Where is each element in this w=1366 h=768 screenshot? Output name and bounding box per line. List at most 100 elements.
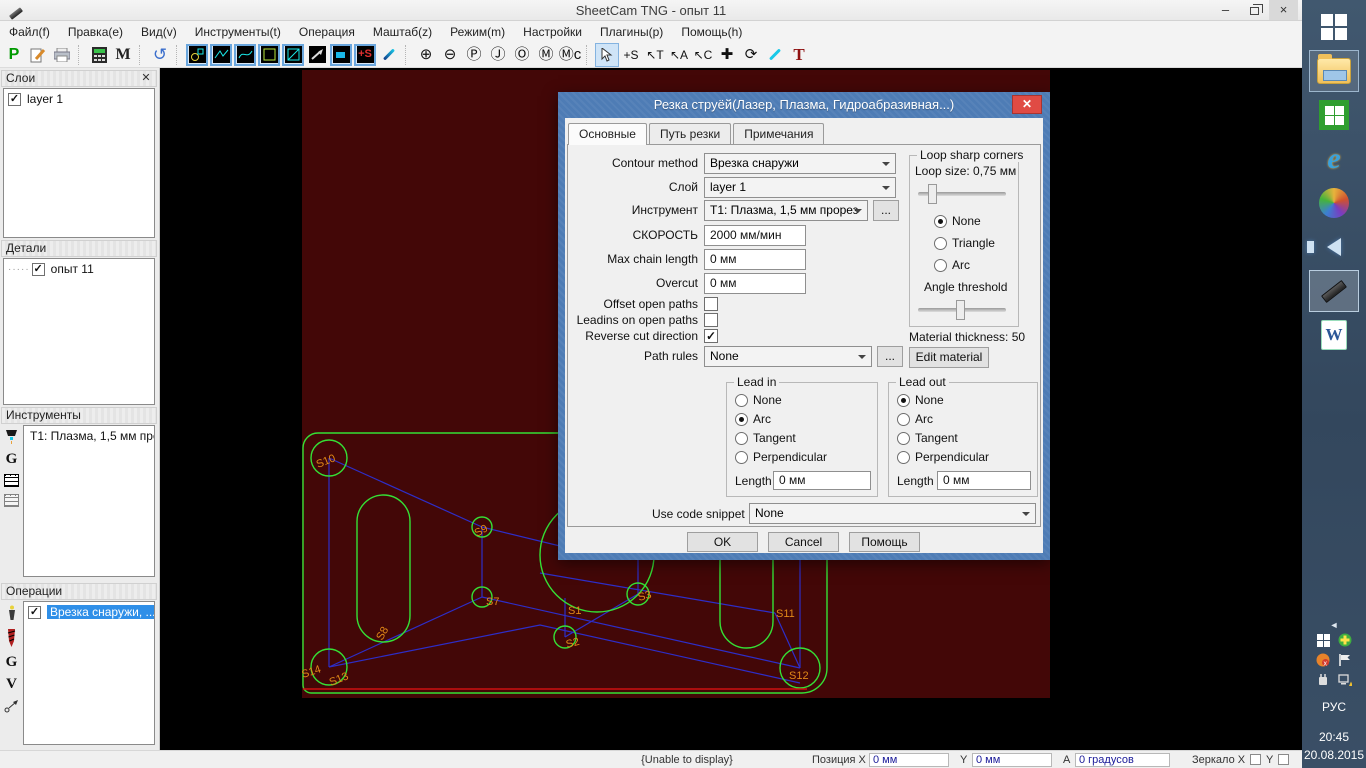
tool-list-item[interactable]: Т1: Плазма, 1,5 мм прорез <box>24 426 154 444</box>
menu-plugins[interactable]: Плагины(p) <box>591 23 672 41</box>
layers-panel-close-icon[interactable]: ✕ <box>139 72 153 85</box>
toggle-show-table-button[interactable] <box>330 43 352 66</box>
word-app-button[interactable]: W <box>1309 314 1359 356</box>
menu-view[interactable]: Вид(v) <box>132 23 186 41</box>
tab-cut-path[interactable]: Путь резки <box>648 123 732 144</box>
mirror-y-checkbox[interactable] <box>1278 754 1289 765</box>
angle-threshold-slider[interactable] <box>918 300 1006 320</box>
tool-table-icon[interactable] <box>4 474 19 487</box>
measure-tool-button[interactable] <box>377 43 401 67</box>
tool-dropdown[interactable]: Т1: Плазма, 1,5 мм прорез <box>704 200 868 221</box>
move-path-operation-icon[interactable] <box>4 699 20 713</box>
menu-mode[interactable]: Режим(m) <box>441 23 514 41</box>
text-tool-button[interactable]: T <box>787 43 811 67</box>
use-code-snippet-dropdown[interactable]: None <box>749 503 1036 524</box>
speed-input[interactable]: 2000 мм/мин <box>704 225 806 246</box>
clock-date[interactable]: 20.08.2015 <box>1304 748 1364 762</box>
tool-more-button[interactable]: ... <box>873 200 899 221</box>
lead-out-length-input[interactable]: 0 мм <box>937 471 1031 490</box>
v-operation-icon[interactable]: V <box>6 677 17 692</box>
clock-time[interactable]: 20:45 <box>1319 730 1349 744</box>
angle-threshold-slider-thumb[interactable] <box>956 300 965 320</box>
operation-checkbox[interactable]: ✓ <box>28 605 41 619</box>
action-center-flag-icon[interactable] <box>1338 653 1352 667</box>
material-button[interactable]: M <box>111 43 135 67</box>
gcode-tool-icon[interactable]: G <box>6 452 18 467</box>
edit-material-button[interactable]: Edit material <box>909 347 989 368</box>
set-start-point-tool[interactable]: +S <box>619 43 643 67</box>
toggle-show-cut-paths-button[interactable] <box>210 43 232 66</box>
loop-none-radio[interactable]: None <box>934 214 981 228</box>
lead-in-none-radio[interactable]: None <box>735 393 782 407</box>
dialog-title-bar[interactable]: Резка струёй(Лазер, Плазма, Гидроабразив… <box>558 92 1050 118</box>
lead-out-perpendicular-radio[interactable]: Perpendicular <box>897 450 989 464</box>
zoom-out-button[interactable]: ⊖ <box>438 43 462 67</box>
post-process-button[interactable]: P <box>2 43 26 67</box>
menu-file[interactable]: Файл(f) <box>0 23 59 41</box>
overcut-input[interactable]: 0 мм <box>704 273 806 294</box>
tab-basic[interactable]: Основные <box>568 123 647 145</box>
leadins-open-paths-checkbox[interactable] <box>704 313 718 327</box>
menu-help[interactable]: Помощь(h) <box>672 23 751 41</box>
drill-operation-icon[interactable] <box>7 629 16 648</box>
plasma-tool-icon[interactable] <box>4 429 19 445</box>
zoom-part-button[interactable]: Ⓟ <box>462 43 486 67</box>
zoom-machine-button[interactable]: Ⓜ <box>534 43 558 67</box>
undo-button[interactable]: ↺ <box>148 43 172 67</box>
rotate-part-tool[interactable]: ⟳ <box>739 43 763 67</box>
lead-in-length-input[interactable]: 0 мм <box>773 471 871 490</box>
gcode-operation-icon[interactable]: G <box>6 655 18 670</box>
toggle-show-start-point-button[interactable]: +S <box>354 43 376 66</box>
menu-scale[interactable]: Маштаб(z) <box>364 23 441 41</box>
lead-in-tangent-radio[interactable]: Tangent <box>735 431 796 445</box>
antivirus-tray-icon[interactable]: x <box>1316 653 1330 667</box>
show-hidden-icons-button[interactable]: ◄ <box>1330 620 1339 630</box>
dialog-close-button[interactable]: ✕ <box>1012 95 1042 114</box>
lead-out-none-radio[interactable]: None <box>897 393 944 407</box>
layer-dropdown[interactable]: layer 1 <box>704 177 896 198</box>
file-explorer-button[interactable] <box>1309 50 1359 92</box>
lead-in-arc-radio[interactable]: Arc <box>735 412 771 426</box>
toggle-show-machine-button[interactable] <box>282 43 304 66</box>
reverse-cut-direction-checkbox[interactable]: ✓ <box>704 329 718 343</box>
edit-document-button[interactable] <box>26 43 50 67</box>
sheetcam-app-button[interactable] <box>1309 270 1359 312</box>
select-tool-paths[interactable]: ↖T <box>643 43 667 67</box>
jet-cut-operation-icon[interactable] <box>4 605 19 622</box>
part-checkbox[interactable]: ✓ <box>31 262 45 276</box>
contour-method-dropdown[interactable]: Врезка снаружи <box>704 153 896 174</box>
lead-out-arc-radio[interactable]: Arc <box>897 412 933 426</box>
windows-store-button[interactable] <box>1309 94 1359 136</box>
zoom-job-button[interactable]: Ⓙ <box>486 43 510 67</box>
toggle-show-rapids-button[interactable] <box>234 43 256 66</box>
loop-triangle-radio[interactable]: Triangle <box>934 236 995 250</box>
path-rules-dropdown[interactable]: None <box>704 346 872 367</box>
offset-open-paths-checkbox[interactable] <box>704 297 718 311</box>
layer-list-item[interactable]: ✓ layer 1 <box>4 89 154 107</box>
select-arc-tool[interactable]: ↖A <box>667 43 691 67</box>
calculator-button[interactable] <box>87 43 111 67</box>
volume-mixer-button[interactable] <box>1307 226 1359 268</box>
title-bar[interactable]: SheetCam TNG - опыт 11 – × <box>0 0 1302 21</box>
zoom-in-button[interactable]: ⊕ <box>414 43 438 67</box>
internet-explorer-button[interactable]: e <box>1309 138 1359 180</box>
path-rules-more-button[interactable]: ... <box>877 346 903 367</box>
toggle-show-material-button[interactable] <box>258 43 280 66</box>
tab-notes[interactable]: Примечания <box>733 123 825 144</box>
layer-checkbox[interactable]: ✓ <box>8 92 21 106</box>
move-part-tool[interactable]: ✚ <box>715 43 739 67</box>
windows-tray-icon[interactable] <box>1316 633 1330 647</box>
power-tray-icon[interactable] <box>1316 673 1330 687</box>
start-button[interactable] <box>1309 6 1359 48</box>
lead-in-perpendicular-radio[interactable]: Perpendicular <box>735 450 827 464</box>
loop-size-slider-thumb[interactable] <box>928 184 937 204</box>
operation-list-item[interactable]: ✓ Врезка снаружи, ... <box>24 602 154 620</box>
help-button[interactable]: Помощь <box>849 532 920 552</box>
update-tray-icon[interactable] <box>1338 633 1352 647</box>
part-list-item[interactable]: ····· ✓ опыт 11 <box>4 259 154 277</box>
menu-tools[interactable]: Инструменты(t) <box>186 23 290 41</box>
loop-size-slider[interactable] <box>918 184 1006 204</box>
loop-arc-radio[interactable]: Arc <box>934 258 970 272</box>
menu-settings[interactable]: Настройки <box>514 23 591 41</box>
cancel-button[interactable]: Cancel <box>768 532 839 552</box>
